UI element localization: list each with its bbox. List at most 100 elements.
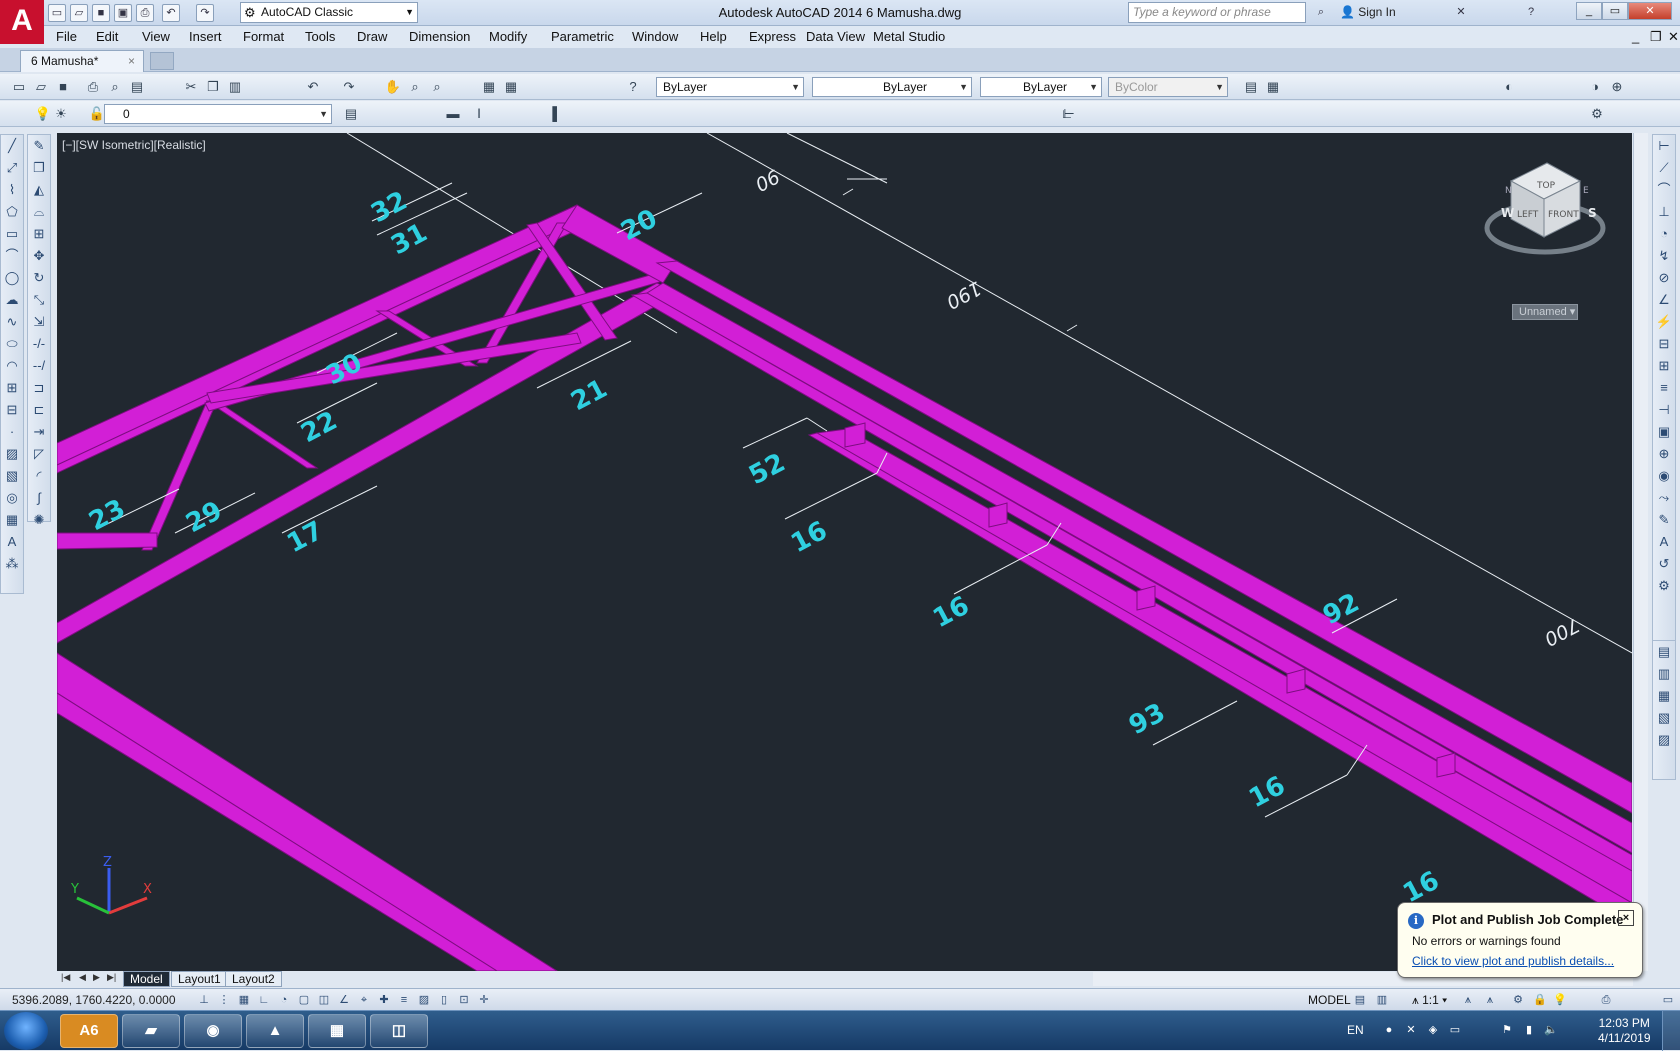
polyline-icon[interactable]: ⌇ [1, 179, 23, 201]
arc-length-icon[interactable]: ⌒ [1653, 179, 1675, 201]
region-icon[interactable]: ◎ [1, 487, 23, 509]
vertical-scrollbar[interactable] [1633, 133, 1648, 971]
layer-dropdown[interactable]: 0 ▼ [104, 104, 332, 124]
dim-update-icon[interactable]: ↺ [1653, 553, 1675, 575]
lineweight-dropdown[interactable]: ByLayer ▼ [980, 77, 1102, 97]
fillet-icon[interactable]: ◜ [28, 465, 50, 487]
isolate-objects-icon[interactable]: 💡 [1552, 992, 1568, 1008]
toolbar-lock-icon[interactable]: 🔒 [1532, 992, 1548, 1008]
prev-tab-icon[interactable]: ◀ [79, 972, 86, 983]
menu-help[interactable]: Help [700, 29, 727, 44]
break-icon[interactable]: ⊏ [28, 399, 50, 421]
menu-tools[interactable]: Tools [305, 29, 335, 44]
tolerance-icon[interactable]: ▣ [1653, 421, 1675, 443]
viewcube-left-label[interactable]: LEFT [1517, 210, 1539, 220]
revcloud-icon[interactable]: ☁ [1, 289, 23, 311]
taskbar-app-icon[interactable]: ▦ [308, 1014, 366, 1048]
pan-icon[interactable]: ✋ [384, 78, 402, 96]
table-icon[interactable]: ▦ [1, 509, 23, 531]
workspace-dropdown[interactable]: ⚙ AutoCAD Classic ▼ [240, 2, 418, 23]
jogged-icon[interactable]: ↯ [1653, 245, 1675, 267]
cut-icon[interactable]: ✂ [182, 78, 200, 96]
auto-scale-icon[interactable]: ⩚ [1482, 992, 1498, 1008]
line-icon[interactable]: ╱ [1, 135, 23, 157]
extend-icon[interactable]: --/ [28, 355, 50, 377]
menu-view[interactable]: View [142, 29, 170, 44]
menu-draw[interactable]: Draw [357, 29, 387, 44]
menu-express[interactable]: Express [749, 29, 796, 44]
color-dropdown[interactable]: ByLayer ▼ [656, 77, 804, 97]
viewports-icon[interactable]: ▦ [1264, 78, 1282, 96]
tray-network-icon[interactable]: ▮ [1522, 1023, 1536, 1037]
menu-dimension[interactable]: Dimension [409, 29, 470, 44]
close-button[interactable]: ✕ [1628, 2, 1672, 20]
explode-icon[interactable]: ✺ [28, 509, 50, 531]
dim-space-icon[interactable]: ≡ [1653, 377, 1675, 399]
snap-icon[interactable]: ⋮ [216, 992, 232, 1008]
trim-icon[interactable]: -/- [28, 333, 50, 355]
dim-break-icon[interactable]: ⊣ [1653, 399, 1675, 421]
radius-icon[interactable]: ◔ [1653, 223, 1675, 245]
infer-constraints-icon[interactable]: ⊥ [196, 992, 212, 1008]
redo-icon[interactable]: ↷ [196, 4, 214, 22]
insert-block-icon[interactable]: ⊞ [1, 377, 23, 399]
ordinate-icon[interactable]: ⊥ [1653, 201, 1675, 223]
3d-osnap-icon[interactable]: ◫ [316, 992, 332, 1008]
clean-screen-icon[interactable]: ▭ [1660, 992, 1676, 1008]
tray-network-app-icon[interactable]: ◈ [1426, 1023, 1440, 1037]
point-icon[interactable]: · [1, 421, 23, 443]
continue-icon[interactable]: ⊞ [1653, 355, 1675, 377]
scale-icon[interactable]: ⤡ [28, 289, 50, 311]
publish-icon[interactable]: ▤ [128, 78, 146, 96]
blend-icon[interactable]: ∫ [28, 487, 50, 509]
save-as-icon[interactable]: ▣ [114, 4, 132, 22]
grid-icon[interactable]: ▦ [236, 992, 252, 1008]
first-tab-icon[interactable]: |◀ [61, 972, 70, 983]
save-icon[interactable]: ■ [92, 4, 110, 22]
add-selected-icon[interactable]: ⁂ [1, 553, 23, 575]
lineweight-icon[interactable]: ≡ [396, 992, 412, 1008]
viewport-controls-label[interactable]: [−][SW Isometric][Realistic] [62, 138, 206, 152]
dim-edit-icon[interactable]: ✎ [1653, 509, 1675, 531]
search-input[interactable]: Type a keyword or phrase [1128, 2, 1306, 23]
library-icon[interactable]: ▨ [1653, 729, 1675, 751]
close-icon[interactable]: × [128, 51, 135, 71]
otrack-icon[interactable]: ∠ [336, 992, 352, 1008]
ellipse-arc-icon[interactable]: ◠ [1, 355, 23, 377]
arc-icon[interactable]: ⌒ [1, 245, 23, 267]
tray-flag-icon[interactable]: ⚑ [1500, 1023, 1514, 1037]
doc-restore-button[interactable]: ❐ [1650, 29, 1662, 45]
block-editor-icon[interactable]: ▬ [444, 105, 462, 123]
start-button[interactable] [4, 1012, 48, 1050]
open-icon[interactable]: ▱ [70, 4, 88, 22]
break-point-icon[interactable]: ⊐ [28, 377, 50, 399]
center-mark-icon[interactable]: ⊕ [1653, 443, 1675, 465]
plotstyle-dropdown[interactable]: ByColor ▼ [1108, 77, 1228, 97]
polygon-icon[interactable]: ⬠ [1, 201, 23, 223]
inspect-icon[interactable]: ◉ [1653, 465, 1675, 487]
compass-n-label[interactable]: N [1505, 186, 1512, 196]
design-center-icon[interactable]: ▦ [502, 78, 520, 96]
join-icon[interactable]: ⇥ [28, 421, 50, 443]
aligned-dim-icon[interactable]: ⟋ [1653, 157, 1675, 179]
construction-line-icon[interactable]: ⤢ [1, 157, 23, 179]
maximize-button[interactable]: ▭ [1602, 2, 1628, 20]
quick-view-drawings-icon[interactable]: ▥ [1374, 992, 1390, 1008]
clock[interactable]: 12:03 PM 4/11/2019 [1598, 1016, 1651, 1046]
app-logo[interactable]: A [0, 0, 44, 44]
calc-icon[interactable]: ▧ [1653, 707, 1675, 729]
menu-parametric[interactable]: Parametric [551, 29, 614, 44]
jogged-linear-icon[interactable]: ⤳ [1653, 487, 1675, 509]
polar-icon[interactable]: ◔ [276, 992, 292, 1008]
open-icon[interactable]: ▱ [32, 78, 50, 96]
erase-icon[interactable]: ✎ [28, 135, 50, 157]
model-space-toggle[interactable]: MODEL [1308, 993, 1351, 1007]
selection-cycling-icon[interactable]: ⊡ [456, 992, 472, 1008]
spline-icon[interactable]: ∿ [1, 311, 23, 333]
ucs-menu-button[interactable]: Unnamed ▾ [1512, 304, 1578, 320]
last-tab-icon[interactable]: ▶| [107, 972, 116, 983]
dim-text-edit-icon[interactable]: A [1653, 531, 1675, 553]
sheet-set-icon[interactable]: ▥ [1653, 663, 1675, 685]
render-icon[interactable]: ◐ [1500, 78, 1518, 96]
menu-file[interactable]: File [56, 29, 77, 44]
